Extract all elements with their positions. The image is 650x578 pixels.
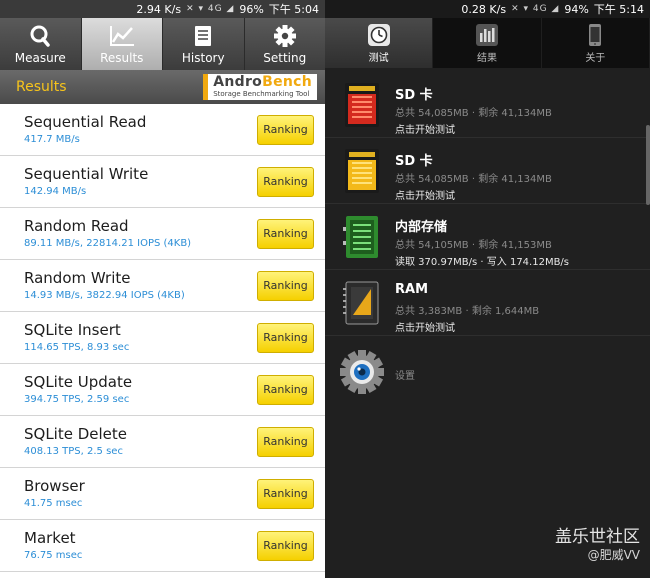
tab-history[interactable]: History [163, 18, 245, 70]
tab-results[interactable]: Results [81, 18, 163, 70]
sd-card-red-icon [345, 83, 379, 127]
results-header: Results AndroBench Storage Benchmarking … [0, 70, 325, 104]
battery-level: 94% [564, 2, 589, 16]
ranking-button[interactable]: Ranking [257, 322, 314, 353]
storage-title: SD 卡 [395, 154, 433, 169]
page-title: Results [16, 79, 67, 95]
internal-storage-icon [343, 216, 378, 258]
signal-icons: ✕ ▾ 4G ◢ [186, 4, 235, 14]
ranking-button[interactable]: Ranking [257, 114, 314, 145]
result-value: 14.93 MB/s, 3822.94 IOPS (4KB) [24, 290, 185, 301]
result-value: 408.13 TPS, 2.5 sec [24, 446, 123, 457]
settings-label: 设置 [395, 371, 415, 382]
ranking-button[interactable]: Ranking [257, 218, 314, 249]
storage-capacity: 总共 54,085MB · 剩余 41,134MB [395, 108, 552, 119]
tab-results[interactable]: 结果 [433, 18, 542, 68]
androbench-screen: 2.94 K/s ✕ ▾ 4G ◢ 96% 下午 5:04 Measure Re… [0, 0, 325, 578]
history-icon [195, 25, 212, 46]
result-row-sqlite-update: SQLite Update 394.75 TPS, 2.59 sec Rankin… [0, 364, 325, 416]
result-value: 142.94 MB/s [24, 186, 87, 197]
storage-item-internal[interactable]: 内部存储 总共 54,105MB · 剩余 41,153MB 读取 370.97… [325, 204, 650, 270]
storage-item-sd-card-2[interactable]: SD 卡 总共 54,085MB · 剩余 41,134MB 点击开始测试 [325, 138, 650, 204]
result-value: 89.11 MB/s, 22814.21 IOPS (4KB) [24, 238, 192, 249]
tab-test[interactable]: 测试 [325, 18, 434, 68]
sd-card-yellow-icon [345, 149, 379, 193]
result-name: Browser [24, 477, 85, 495]
storage-action: 读取 370.97MB/s · 写入 174.12MB/s [395, 257, 570, 268]
storage-capacity: 总共 54,085MB · 剩余 41,134MB [395, 174, 552, 185]
ranking-button[interactable]: Ranking [257, 166, 314, 197]
result-row-browser: Browser 41.75 msec Ranking [0, 468, 325, 520]
tab-bar: Measure Results History Setting [0, 18, 325, 70]
scroll-indicator [646, 125, 650, 205]
result-name: Market [24, 529, 76, 547]
result-row-random-write: Random Write 14.93 MB/s, 3822.94 IOPS (4K… [0, 260, 325, 312]
result-value: 41.75 msec [24, 498, 83, 509]
search-icon [30, 25, 50, 47]
result-row-sequential-read: Sequential Read 417.7 MB/s Ranking [0, 104, 325, 156]
storage-action: 点击开始测试 [395, 323, 455, 334]
result-name: Random Write [24, 269, 131, 287]
tab-measure[interactable]: Measure [0, 18, 82, 70]
tab-setting[interactable]: Setting [245, 18, 326, 70]
ranking-button[interactable]: Ranking [257, 374, 314, 405]
network-speed: 2.94 K/s [136, 2, 182, 16]
clock: 下午 5:14 [593, 3, 644, 16]
storage-item-sd-card-1[interactable]: SD 卡 总共 54,085MB · 剩余 41,134MB 点击开始测试 [325, 72, 650, 138]
settings-gear-icon [340, 350, 384, 394]
storage-title: SD 卡 [395, 88, 433, 103]
storage-item-ram[interactable]: RAM 总共 3,383MB · 剩余 1,644MB 点击开始测试 [325, 270, 650, 336]
result-name: SQLite Insert [24, 321, 121, 339]
tab-bar: 测试 结果 关于 [325, 18, 650, 68]
clock-gauge-icon [367, 23, 390, 46]
graph-icon [109, 25, 134, 46]
storage-title: RAM [395, 282, 429, 297]
clock: 下午 5:04 [268, 3, 319, 16]
network-speed: 0.28 K/s [461, 2, 507, 16]
result-row-sqlite-delete: SQLite Delete 408.13 TPS, 2.5 sec Ranking [0, 416, 325, 468]
storage-capacity: 总共 54,105MB · 剩余 41,153MB [395, 240, 552, 251]
watermark-community: 盖乐世社区 [555, 527, 640, 547]
battery-level: 96% [239, 2, 264, 16]
ranking-button[interactable]: Ranking [257, 478, 314, 509]
result-name: Sequential Write [24, 165, 149, 183]
storage-capacity: 总共 3,383MB · 剩余 1,644MB [395, 306, 540, 317]
storage-action: 点击开始测试 [395, 125, 455, 136]
ranking-button[interactable]: Ranking [257, 270, 314, 301]
result-row-sqlite-insert: SQLite Insert 114.65 TPS, 8.93 sec Rankin… [0, 312, 325, 364]
watermark-author: @肥威VV [587, 548, 640, 562]
result-name: SQLite Update [24, 373, 133, 391]
result-row-sequential-write: Sequential Write 142.94 MB/s Ranking [0, 156, 325, 208]
result-name: Random Read [24, 217, 129, 235]
ram-chip-icon [343, 281, 379, 325]
result-row-random-read: Random Read 89.11 MB/s, 22814.21 IOPS (4K… [0, 208, 325, 260]
result-value: 76.75 msec [24, 550, 83, 561]
status-bar: 2.94 K/s ✕ ▾ 4G ◢ 96% 下午 5:04 [0, 0, 325, 18]
phone-icon [589, 23, 602, 46]
result-value: 394.75 TPS, 2.59 sec [24, 394, 130, 405]
result-name: SQLite Delete [24, 425, 128, 443]
androbench-logo: AndroBench Storage Benchmarking Tool [203, 74, 317, 100]
ranking-button[interactable]: Ranking [257, 426, 314, 457]
signal-icons: ✕ ▾ 4G ◢ [511, 4, 560, 14]
results-list: Sequential Read 417.7 MB/s Ranking Sequen… [0, 104, 325, 572]
status-bar: 0.28 K/s ✕ ▾ 4G ◢ 94% 下午 5:14 [325, 0, 650, 18]
storage-title: 内部存储 [395, 220, 448, 235]
storage-test-screen: 0.28 K/s ✕ ▾ 4G ◢ 94% 下午 5:14 测试 结果 关于 S… [325, 0, 650, 578]
bar-chart-icon [475, 23, 498, 46]
result-value: 114.65 TPS, 8.93 sec [24, 342, 130, 353]
tab-about[interactable]: 关于 [542, 18, 650, 68]
result-name: Sequential Read [24, 113, 147, 131]
gear-icon [273, 24, 296, 47]
result-row-market: Market 76.75 msec Ranking [0, 520, 325, 572]
ranking-button[interactable]: Ranking [257, 530, 314, 561]
storage-action: 点击开始测试 [395, 191, 455, 202]
settings-item[interactable]: 设置 [325, 340, 650, 406]
result-value: 417.7 MB/s [24, 134, 80, 145]
